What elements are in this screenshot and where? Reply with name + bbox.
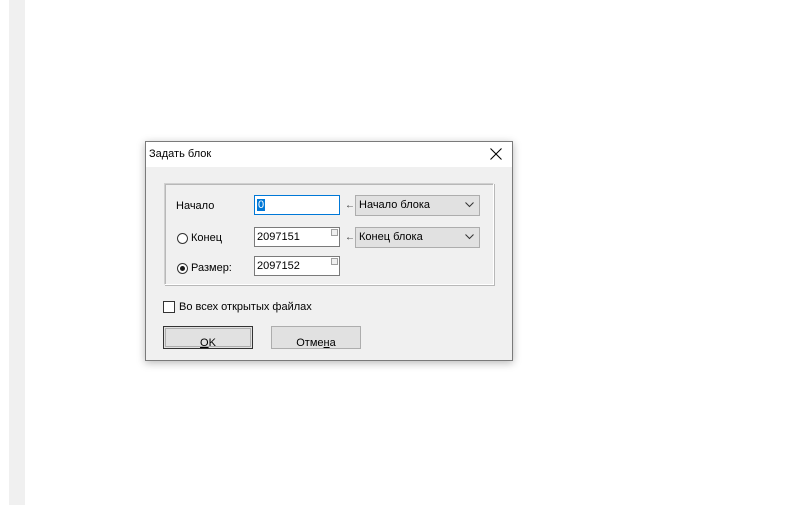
- start-offset-value: 0: [257, 199, 266, 211]
- end-source-dropdown[interactable]: Конец блока: [355, 227, 480, 248]
- close-button[interactable]: [480, 142, 512, 167]
- chevron-down-icon: [465, 234, 474, 240]
- all-open-files-label: Во всех открытых файлах: [179, 301, 312, 313]
- end-arrow-icon: ←: [345, 232, 355, 243]
- size-value: 2097152: [257, 260, 300, 272]
- cancel-button[interactable]: Отмена: [271, 326, 361, 349]
- ok-button[interactable]: OK: [163, 326, 253, 349]
- size-label: Размер:: [191, 262, 232, 274]
- dialog-title: Задать блок: [149, 148, 212, 160]
- all-open-files-checkbox[interactable]: [163, 301, 175, 313]
- close-icon: [490, 148, 502, 160]
- end-source-value: Конец блока: [359, 231, 423, 243]
- start-source-value: Начало блока: [359, 199, 431, 211]
- size-spin-button[interactable]: [331, 258, 338, 265]
- start-label: Начало: [176, 200, 215, 212]
- background-panel-strip: [9, 0, 25, 505]
- end-spin-button[interactable]: [331, 229, 338, 236]
- start-arrow-icon: ←: [345, 200, 355, 211]
- end-offset-input[interactable]: 2097151: [254, 227, 340, 247]
- ok-button-label: OK: [200, 337, 216, 349]
- start-offset-input[interactable]: 0: [254, 195, 340, 215]
- size-radio[interactable]: [177, 263, 188, 274]
- end-radio[interactable]: [177, 233, 188, 244]
- cancel-button-label: Отмена: [296, 337, 336, 349]
- end-label: Конец: [191, 232, 223, 244]
- dialog-titlebar[interactable]: Задать блок: [146, 142, 512, 167]
- start-source-dropdown[interactable]: Начало блока: [355, 195, 480, 216]
- end-offset-value: 2097151: [257, 231, 300, 243]
- set-block-dialog: Задать блок Начало 0 ← Начало блока Коне…: [145, 141, 513, 361]
- chevron-down-icon: [465, 202, 474, 208]
- size-input[interactable]: 2097152: [254, 256, 340, 276]
